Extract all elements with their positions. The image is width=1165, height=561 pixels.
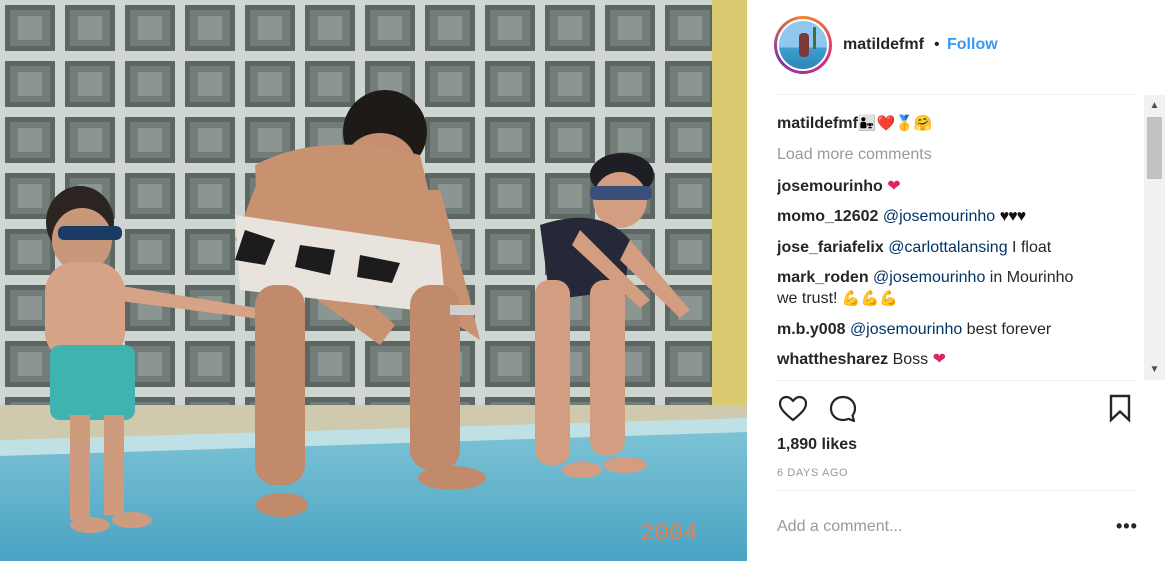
pool-family-photo: 2004 xyxy=(0,0,747,561)
scroll-thumb[interactable] xyxy=(1147,117,1162,179)
more-options-icon[interactable]: ••• xyxy=(1116,516,1138,537)
bookmark-icon[interactable] xyxy=(1107,393,1133,428)
comments-list: matildefmf👨‍👧❤️🥇🤗 Load more comments jos… xyxy=(777,95,1145,380)
comment-mention[interactable]: @carlottalansing xyxy=(888,239,1007,256)
comment-username[interactable]: mark_roden xyxy=(777,269,869,286)
divider xyxy=(777,380,1135,381)
comment-mention[interactable]: @josemourinho xyxy=(850,321,962,338)
comment-text-line2: we trust! xyxy=(777,290,842,307)
scroll-up-arrow-icon[interactable]: ▲ xyxy=(1144,95,1165,116)
comment-username[interactable]: momo_12602 xyxy=(777,208,878,225)
comment-text: best forever xyxy=(962,321,1052,338)
comment-username[interactable]: josemourinho xyxy=(777,178,883,195)
separator-dot: • xyxy=(934,36,940,53)
post-header: matildefmf • Follow xyxy=(747,0,1165,94)
follow-button[interactable]: Follow xyxy=(947,36,998,54)
comment-item: mark_roden @josemourinho in Mourinho we … xyxy=(777,268,1137,309)
post-author-username[interactable]: matildefmf xyxy=(843,36,924,54)
comment-username[interactable]: jose_fariafelix xyxy=(777,239,884,256)
comment-username[interactable]: whatthesharez xyxy=(777,351,888,368)
divider xyxy=(777,490,1135,491)
comment-username[interactable]: m.b.y008 xyxy=(777,321,845,338)
heart-emoji: ❤ xyxy=(887,178,901,195)
comment-item: whatthesharez Boss ❤ xyxy=(777,350,1137,370)
comment-text: I float xyxy=(1007,239,1052,256)
comment-item: josemourinho ❤ xyxy=(777,177,1137,197)
avatar[interactable] xyxy=(777,19,829,71)
story-ring[interactable] xyxy=(774,16,832,74)
comment-text: Boss xyxy=(888,351,933,368)
post-timestamp[interactable]: 6 DAYS AGO xyxy=(777,467,848,479)
caption: matildefmf👨‍👧❤️🥇🤗 xyxy=(777,113,1137,134)
load-more-comments-button[interactable]: Load more comments xyxy=(777,146,932,163)
comments-scrollbar[interactable]: ▲ ▼ xyxy=(1144,95,1165,380)
speech-bubble-icon[interactable] xyxy=(827,393,859,430)
comment-text: in Mourinho xyxy=(985,269,1074,286)
likes-count[interactable]: 1,890 likes xyxy=(777,436,857,454)
caption-username[interactable]: matildefmf xyxy=(777,115,858,132)
photo-date-stamp: 2004 xyxy=(640,521,698,548)
heart-emoji: ❤ xyxy=(932,351,947,368)
comment-item: jose_fariafelix @carlottalansing I float xyxy=(777,238,1137,258)
comment-item: m.b.y008 @josemourinho best forever xyxy=(777,320,1137,340)
load-more-row: Load more comments xyxy=(777,145,1137,165)
post-side-panel: matildefmf • Follow matildefmf👨‍👧❤️🥇🤗 Lo… xyxy=(747,0,1165,561)
add-comment-input[interactable] xyxy=(777,514,1097,540)
black-hearts-emoji: ♥♥♥ xyxy=(999,208,1026,225)
flexed-biceps-emoji: 💪💪💪 xyxy=(841,289,898,307)
comment-item: momo_12602 @josemourinho ♥♥♥ xyxy=(777,207,1137,227)
post-photo[interactable]: 2004 xyxy=(0,0,747,561)
heart-outline-icon[interactable] xyxy=(777,393,809,430)
action-bar xyxy=(777,393,1137,425)
comment-mention[interactable]: @josemourinho xyxy=(883,208,995,225)
scroll-down-arrow-icon[interactable]: ▼ xyxy=(1144,359,1165,380)
comment-mention[interactable]: @josemourinho xyxy=(873,269,985,286)
caption-emoji: 👨‍👧❤️🥇🤗 xyxy=(857,114,933,132)
